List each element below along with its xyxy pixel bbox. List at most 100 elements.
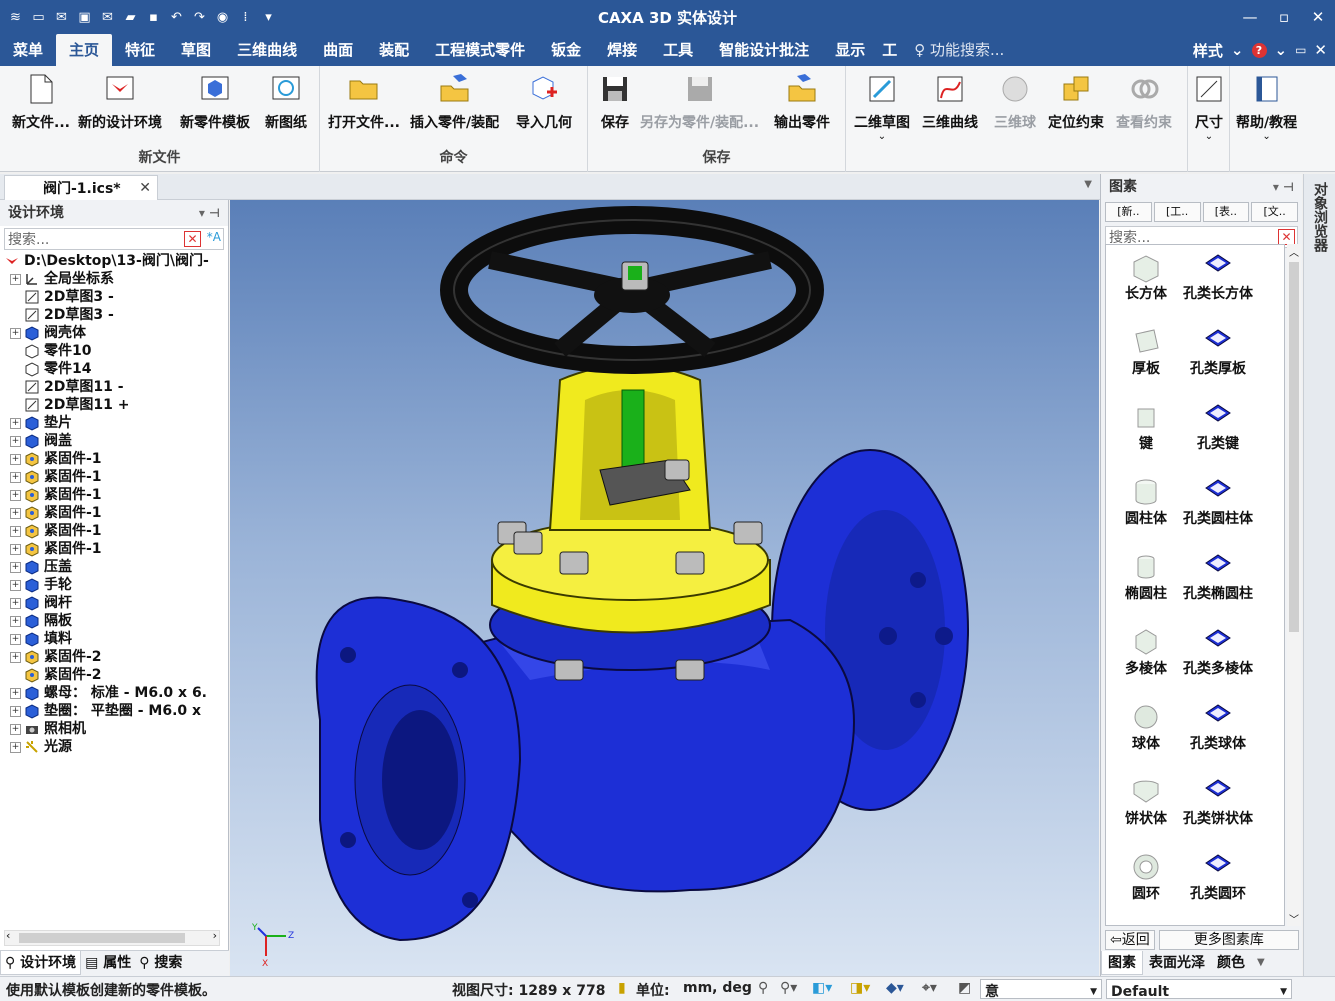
tree-node[interactable]: + 紧固件-1 (4, 450, 222, 468)
tree-search-input[interactable]: 搜索... ✕ *A (4, 228, 224, 250)
tree-node[interactable]: + 光源 (4, 738, 222, 756)
tab-elements[interactable]: 图素 (1101, 951, 1143, 975)
tree-node[interactable]: 2D草图3 - (4, 288, 222, 306)
gallery-vertical-scrollbar[interactable]: ︿ ﹀ (1287, 244, 1301, 926)
tree-node[interactable]: + 紧固件-2 (4, 648, 222, 666)
expand-icon[interactable]: + (10, 633, 21, 645)
tab-home[interactable]: 主页 (56, 34, 113, 66)
export-part-button[interactable]: 输出零件 (774, 72, 830, 132)
tree-horizontal-scrollbar[interactable]: ‹ › (4, 929, 220, 946)
new-drawing-button[interactable]: 新图纸 (265, 72, 307, 132)
tab-tools[interactable]: 工具 (650, 34, 706, 66)
style-combo[interactable]: Default ▼ (1106, 979, 1292, 1000)
expand-icon[interactable]: + (10, 615, 21, 627)
help-tutorial-button[interactable]: 帮助/教程 ⌄ (1236, 72, 1297, 142)
tree-node[interactable]: + 垫圈： 平垫圈 - M6.0 x (4, 702, 222, 720)
element-solid[interactable]: 键 (1106, 401, 1186, 453)
library-tab-text[interactable]: [文.. (1251, 202, 1298, 222)
import-geometry-button[interactable]: 导入几何 (516, 72, 572, 132)
expand-icon[interactable]: + (10, 327, 21, 339)
tab-display[interactable]: 显示 (822, 34, 878, 66)
expand-icon[interactable]: + (10, 507, 21, 519)
menu-file[interactable]: 菜单 (0, 34, 56, 66)
help-icon[interactable]: ? (1251, 42, 1267, 58)
tree-node[interactable]: 2D草图11 - (4, 378, 222, 396)
render-mode-icon[interactable]: ◨▾ (850, 980, 870, 996)
new-drawing-icon[interactable]: ✉ (98, 8, 117, 27)
new-design-icon[interactable]: ✉ (52, 8, 71, 27)
filter-icon[interactable]: *A (207, 230, 221, 244)
tree-node[interactable]: + 填料 (4, 630, 222, 648)
clear-search-icon[interactable]: ✕ (184, 231, 201, 247)
tab-design-environment[interactable]: ⚲ 设计环境 (0, 951, 82, 975)
tab-features[interactable]: 特征 (112, 34, 168, 66)
element-solid[interactable]: 饼状体 (1106, 776, 1186, 828)
open-folder-icon[interactable]: ▰ (121, 8, 140, 27)
2d-sketch-button[interactable]: 二维草图 ⌄ (854, 72, 910, 142)
element-hole[interactable]: 孔类圆柱体 (1178, 476, 1258, 528)
expand-icon[interactable]: + (10, 561, 21, 573)
tree-node[interactable]: D:\Desktop\13-阀门\阀门- (4, 252, 222, 270)
expand-icon[interactable]: + (10, 453, 21, 465)
element-solid[interactable]: 长方体 (1106, 251, 1186, 303)
elements-clear-search-icon[interactable]: ✕ (1278, 229, 1295, 245)
valve-model[interactable]: Z X Y (230, 200, 1099, 976)
element-solid[interactable]: 多棱体 (1106, 626, 1186, 678)
view-orient-icon[interactable]: ◧▾ (812, 980, 832, 996)
tree-node[interactable]: + 垫片 (4, 414, 222, 432)
maximize-button[interactable]: ▫ (1267, 0, 1301, 34)
expand-icon[interactable]: + (10, 525, 21, 537)
grid-icon[interactable]: ◩ (958, 980, 971, 996)
insert-part-assembly-button[interactable]: 插入零件/装配 (410, 72, 499, 132)
save-icon[interactable]: ▪ (144, 8, 163, 27)
element-solid[interactable]: 厚板 (1106, 326, 1186, 378)
tree-node[interactable]: + 螺母： 标准 - M6.0 x 6. (4, 684, 222, 702)
element-solid[interactable]: 球体 (1106, 701, 1186, 753)
3d-ball-icon[interactable]: ◉ (213, 8, 232, 27)
expand-icon[interactable]: + (10, 687, 21, 699)
pin-icon[interactable]: ▾ ⊣ (199, 200, 220, 226)
tab-surface[interactable]: 曲面 (310, 34, 366, 66)
close-button[interactable]: ✕ (1301, 0, 1335, 34)
tab-properties[interactable]: ▤ 属性 (81, 951, 135, 975)
tree-node[interactable]: 紧固件-2 (4, 666, 222, 684)
3d-curve-button[interactable]: 三维曲线 (922, 72, 978, 132)
snap-icon[interactable]: ⌖▾ (922, 980, 937, 996)
style-chevron-icon[interactable]: ⌄ (1231, 41, 1244, 59)
zoom-dropdown-icon[interactable]: ⚲▾ (780, 980, 797, 996)
tab-welding[interactable]: 焊接 (594, 34, 650, 66)
expand-icon[interactable]: + (10, 579, 21, 591)
filter-combo[interactable]: 意 ▼ (980, 979, 1102, 1000)
tree-node[interactable]: + 照相机 (4, 720, 222, 738)
tab-colors[interactable]: 颜色 (1211, 951, 1251, 975)
grid-icon[interactable]: ⁞ (236, 8, 255, 27)
tree-node[interactable]: 2D草图3 - (4, 306, 222, 324)
scroll-thumb[interactable] (19, 933, 185, 943)
more-libraries-button[interactable]: 更多图素库 (1158, 930, 1299, 950)
tree-node[interactable]: + 紧固件-1 (4, 540, 222, 558)
gallery-scroll-up-icon[interactable]: ︿ (1289, 244, 1299, 259)
element-solid[interactable]: 圆环 (1106, 851, 1186, 903)
element-hole[interactable]: 孔类饼状体 (1178, 776, 1258, 828)
tab-3d-curve[interactable]: 三维曲线 (224, 34, 310, 66)
expand-icon[interactable]: + (10, 489, 21, 501)
document-tab[interactable]: 阀门-1.ics* ✕ (4, 175, 158, 200)
library-tab-surface[interactable]: [表.. (1202, 202, 1250, 222)
open-file-button[interactable]: 打开文件... (328, 72, 400, 132)
redo-icon[interactable]: ↷ (190, 8, 209, 27)
element-hole[interactable]: 孔类球体 (1178, 701, 1258, 753)
tree-node[interactable]: 零件10 (4, 342, 222, 360)
library-tab-new[interactable]: [新.. (1105, 202, 1152, 222)
customize-dropdown-icon[interactable]: ▾ (259, 8, 278, 27)
zoom-icon[interactable]: ⚲ (758, 980, 768, 996)
tab-search[interactable]: ⚲ 搜索 (135, 951, 186, 975)
element-hole[interactable]: 孔类多棱体 (1178, 626, 1258, 678)
new-part-icon[interactable]: ▣ (75, 8, 94, 27)
tab-surface-finish[interactable]: 表面光泽 (1143, 951, 1211, 975)
library-tab-tools[interactable]: [工.. (1153, 202, 1201, 222)
element-solid[interactable]: 椭圆柱 (1106, 551, 1186, 603)
restore-doc-icon[interactable]: ▭ (1295, 43, 1306, 57)
element-hole[interactable]: 孔类键 (1178, 401, 1258, 453)
tree-node[interactable]: + 阀盖 (4, 432, 222, 450)
tree-node[interactable]: + 紧固件-1 (4, 504, 222, 522)
